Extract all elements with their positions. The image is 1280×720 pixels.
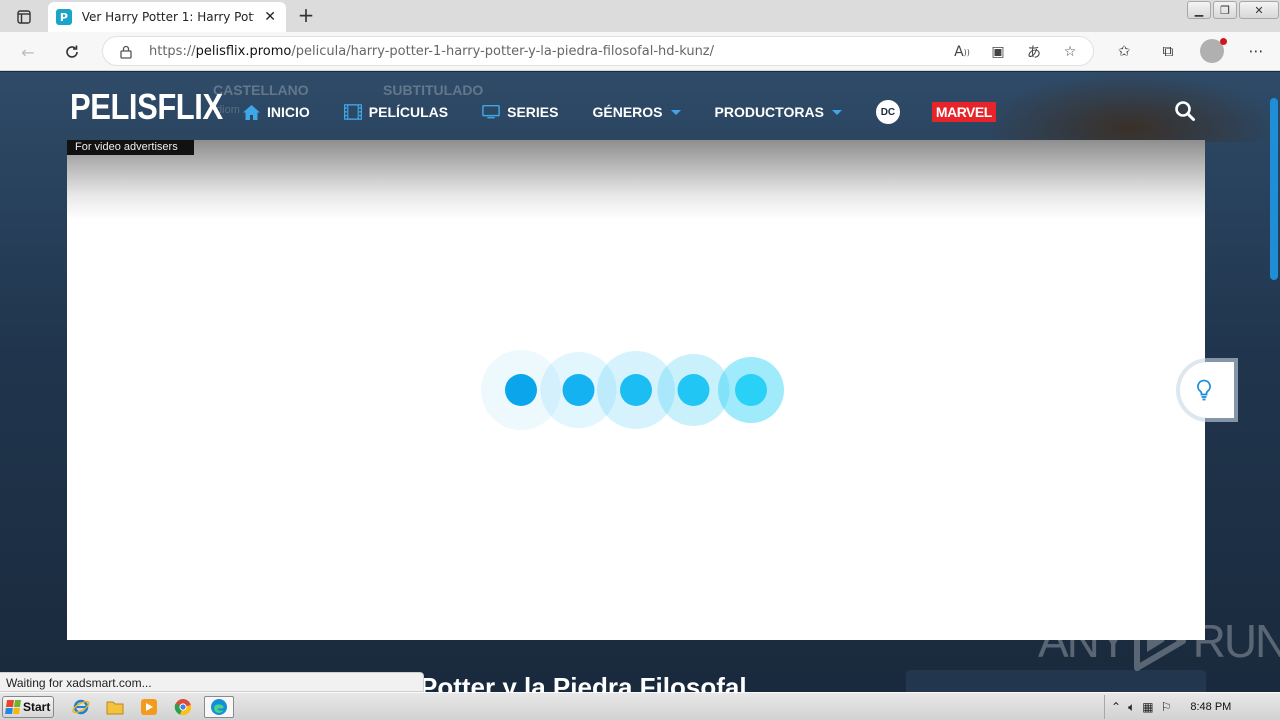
start-button[interactable]: Start	[2, 696, 54, 718]
bg-language-castellano: CASTELLANO	[213, 82, 309, 98]
nav-item-productoras[interactable]: PRODUCTORAS	[715, 101, 842, 123]
ad-label: For video advertisers	[67, 140, 194, 155]
taskbar-pinned	[68, 696, 234, 718]
page-scrollbar[interactable]	[1270, 98, 1278, 280]
omnibox-actions: A)) ▣ あ ☆	[951, 41, 1081, 63]
nav-item-peliculas[interactable]: PELÍCULAS	[343, 101, 449, 123]
main-nav: INICIO PELÍCULAS SERIES GÉNEROS PRODUCTO…	[242, 100, 996, 124]
chrome-icon[interactable]	[170, 696, 196, 718]
lightbulb-toggle-button[interactable]	[1180, 362, 1234, 418]
add-favorite-icon[interactable]: ☆	[1059, 41, 1081, 63]
lock-icon[interactable]	[119, 44, 133, 59]
media-player-icon[interactable]	[136, 696, 162, 718]
nav-label-series: SERIES	[507, 104, 559, 120]
anyrun-watermark: ANY RUN	[1038, 610, 1280, 672]
loader-dot	[677, 374, 710, 406]
play-triangle-icon	[1133, 611, 1186, 671]
nav-item-generos[interactable]: GÉNEROS	[592, 101, 681, 123]
address-bar[interactable]: https://pelisflix.promo/pelicula/harry-p…	[102, 36, 1094, 66]
start-label: Start	[23, 700, 51, 714]
watermark-right: RUN	[1192, 615, 1280, 667]
home-icon	[242, 104, 260, 120]
movie-title: Potter y la Piedra Filosofal	[420, 672, 747, 692]
tab-close-icon[interactable]: ✕	[262, 9, 278, 25]
tab-actions-icon[interactable]	[8, 6, 40, 28]
favorites-icon[interactable]: ✩	[1112, 39, 1136, 63]
loader-dot	[562, 374, 595, 406]
loading-spinner	[481, 350, 784, 430]
browser-tab-strip: P Ver Harry Potter 1: Harry Potter y ✕ +…	[0, 0, 1280, 32]
edge-icon[interactable]	[204, 696, 234, 718]
status-bar: Waiting for xadsmart.com...	[0, 672, 424, 692]
file-explorer-icon[interactable]	[102, 696, 128, 718]
lightbulb-icon	[1197, 379, 1211, 401]
video-ad-overlay[interactable]: For video advertisers	[67, 140, 1205, 640]
volume-icon[interactable]: 🔈︎	[1128, 700, 1135, 715]
nav-label-productoras: PRODUCTORAS	[714, 104, 824, 120]
restore-button[interactable]: ❐	[1213, 1, 1237, 19]
immersive-reader-icon[interactable]: ▣	[987, 41, 1009, 63]
loader-dot	[735, 374, 767, 406]
chevron-down-icon	[670, 109, 681, 115]
site-favicon-icon: P	[56, 9, 72, 25]
bg-language-subtitulado: SUBTITULADO	[383, 82, 484, 98]
collections-icon[interactable]: ⧉	[1156, 39, 1180, 63]
browser-tools: ✩ ⧉ ⋯	[1112, 38, 1268, 63]
profile-avatar[interactable]	[1200, 38, 1227, 63]
background-poster	[980, 72, 1280, 142]
browser-toolbar: ← https://pelisflix.promo/pelicula/harry…	[0, 32, 1280, 71]
chevron-down-icon	[831, 109, 842, 115]
site-logo[interactable]: PELISFLIX	[70, 86, 223, 128]
internet-explorer-icon[interactable]	[68, 696, 94, 718]
nav-item-series[interactable]: SERIES	[482, 101, 558, 123]
tray-expand-icon[interactable]: ⌃	[1111, 700, 1121, 714]
loader-dot	[505, 374, 537, 406]
action-center-flag-icon[interactable]: ⚐	[1161, 700, 1172, 714]
film-icon	[343, 104, 362, 120]
system-tray: ⌃ 🔈︎ ▦ ⚐ 8:48 PM	[1104, 695, 1280, 719]
refresh-icon[interactable]	[60, 40, 84, 64]
tab-title: Ver Harry Potter 1: Harry Potter y	[81, 10, 255, 24]
close-window-button[interactable]: ✕	[1239, 1, 1279, 19]
url-text: https://pelisflix.promo/pelicula/harry-p…	[149, 43, 715, 59]
windows-logo-icon	[5, 700, 21, 714]
minimize-button[interactable]: ▁	[1187, 1, 1211, 19]
sidebar-box	[906, 670, 1206, 692]
more-menu-icon[interactable]: ⋯	[1244, 39, 1268, 63]
window-controls: ▁ ❐ ✕	[1186, 0, 1280, 20]
dc-logo-link[interactable]: DC	[875, 100, 900, 124]
nav-item-inicio[interactable]: INICIO	[242, 101, 310, 123]
nav-label-generos: GÉNEROS	[592, 104, 663, 120]
nav-label-peliculas: PELÍCULAS	[368, 104, 449, 120]
back-arrow-icon[interactable]: ←	[16, 40, 40, 64]
search-icon[interactable]	[1174, 100, 1196, 122]
new-tab-icon[interactable]: +	[294, 4, 318, 28]
translate-icon[interactable]: あ	[1023, 41, 1045, 63]
browser-tab[interactable]: P Ver Harry Potter 1: Harry Potter y ✕	[48, 2, 286, 32]
watermark-left: ANY	[1038, 615, 1129, 667]
nav-label-inicio: INICIO	[267, 104, 310, 120]
clock[interactable]: 8:48 PM	[1190, 701, 1231, 713]
loader-dot	[620, 374, 652, 406]
network-icon[interactable]: ▦	[1142, 700, 1153, 714]
read-aloud-icon[interactable]: A))	[951, 41, 973, 63]
tv-icon	[482, 104, 500, 120]
page-viewport: CASTELLANO SUBTITULADO Idiom PELISFLIX I…	[0, 72, 1280, 692]
os-taskbar: Start ⌃ 🔈︎ ▦ ⚐ 8:48 PM	[0, 692, 1280, 720]
ad-top-gradient	[67, 140, 1205, 220]
marvel-logo-link[interactable]: MARVEL	[931, 102, 996, 122]
